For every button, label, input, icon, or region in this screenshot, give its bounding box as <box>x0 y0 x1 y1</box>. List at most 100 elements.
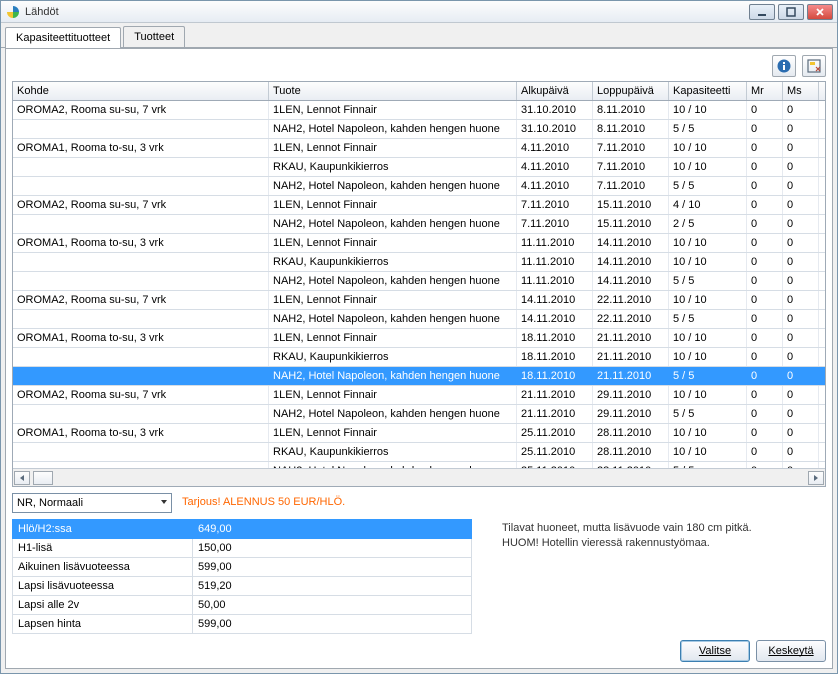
cell-mr: 0 <box>747 272 783 290</box>
col-header-loppu[interactable]: Loppupäivä <box>593 82 669 100</box>
col-header-kohde[interactable]: Kohde <box>13 82 269 100</box>
col-header-kap[interactable]: Kapasiteetti <box>669 82 747 100</box>
table-row[interactable]: NAH2, Hotel Napoleon, kahden hengen huon… <box>13 367 825 386</box>
cell-loppu: 8.11.2010 <box>593 120 669 138</box>
table-row[interactable]: OROMA2, Rooma su-su, 7 vrk1LEN, Lennot F… <box>13 291 825 310</box>
tab-kapasiteettituotteet[interactable]: Kapasiteettituotteet <box>5 27 121 48</box>
scroll-right-button[interactable] <box>808 471 824 485</box>
cell-kohde: OROMA2, Rooma su-su, 7 vrk <box>13 101 269 119</box>
price-row[interactable]: Hlö/H2:ssa649,00 <box>13 520 472 539</box>
cell-loppu: 7.11.2010 <box>593 177 669 195</box>
table-row[interactable]: OROMA2, Rooma su-su, 7 vrk1LEN, Lennot F… <box>13 101 825 120</box>
table-row[interactable]: NAH2, Hotel Napoleon, kahden hengen huon… <box>13 272 825 291</box>
cell-mr: 0 <box>747 139 783 157</box>
price-category-dropdown[interactable]: NR, Normaali <box>12 493 172 513</box>
cell-kap: 10 / 10 <box>669 234 747 252</box>
cell-kap: 10 / 10 <box>669 443 747 461</box>
cell-ms: 0 <box>783 234 819 252</box>
cell-mr: 0 <box>747 234 783 252</box>
cell-ms: 0 <box>783 405 819 423</box>
cell-alku: 11.11.2010 <box>517 253 593 271</box>
table-row[interactable]: RKAU, Kaupunkikierros18.11.201021.11.201… <box>13 348 825 367</box>
table-row[interactable]: NAH2, Hotel Napoleon, kahden hengen huon… <box>13 310 825 329</box>
cell-loppu: 22.11.2010 <box>593 310 669 328</box>
info-button[interactable] <box>772 55 796 77</box>
cell-alku: 11.11.2010 <box>517 234 593 252</box>
price-label: Lapsen hinta <box>13 615 193 634</box>
table-row[interactable]: NAH2, Hotel Napoleon, kahden hengen huon… <box>13 405 825 424</box>
select-icon <box>806 58 822 74</box>
cell-alku: 18.11.2010 <box>517 348 593 366</box>
table-row[interactable]: OROMA1, Rooma to-su, 3 vrk1LEN, Lennot F… <box>13 139 825 158</box>
cell-mr: 0 <box>747 405 783 423</box>
price-row[interactable]: H1-lisä150,00 <box>13 539 472 558</box>
cell-alku: 11.11.2010 <box>517 272 593 290</box>
cell-loppu: 21.11.2010 <box>593 367 669 385</box>
price-row[interactable]: Lapsi alle 2v50,00 <box>13 596 472 615</box>
col-header-tuote[interactable]: Tuote <box>269 82 517 100</box>
cell-kohde <box>13 215 269 233</box>
price-label: Lapsi lisävuoteessa <box>13 577 193 596</box>
cell-kap: 4 / 10 <box>669 196 747 214</box>
cell-mr: 0 <box>747 177 783 195</box>
cell-mr: 0 <box>747 291 783 309</box>
close-button[interactable] <box>807 4 833 20</box>
cell-kohde <box>13 348 269 366</box>
table-row[interactable]: RKAU, Kaupunkikierros25.11.201028.11.201… <box>13 443 825 462</box>
cell-kap: 5 / 5 <box>669 272 747 290</box>
cancel-button[interactable]: Keskeytä <box>756 640 826 662</box>
col-header-ms[interactable]: Ms <box>783 82 819 100</box>
cell-kap: 10 / 10 <box>669 158 747 176</box>
maximize-button[interactable] <box>778 4 804 20</box>
cell-tuote: 1LEN, Lennot Finnair <box>269 291 517 309</box>
select-button[interactable]: Valitse <box>680 640 750 662</box>
select-button-toolbar[interactable] <box>802 55 826 77</box>
cell-kap: 5 / 5 <box>669 177 747 195</box>
cell-mr: 0 <box>747 329 783 347</box>
table-row[interactable]: RKAU, Kaupunkikierros4.11.20107.11.20101… <box>13 158 825 177</box>
cell-mr: 0 <box>747 253 783 271</box>
grid-body[interactable]: OROMA2, Rooma su-su, 7 vrk1LEN, Lennot F… <box>13 101 825 468</box>
cell-ms: 0 <box>783 215 819 233</box>
cell-kohde: OROMA1, Rooma to-su, 3 vrk <box>13 424 269 442</box>
cell-tuote: 1LEN, Lennot Finnair <box>269 424 517 442</box>
table-row[interactable]: NAH2, Hotel Napoleon, kahden hengen huon… <box>13 177 825 196</box>
cell-kap: 10 / 10 <box>669 139 747 157</box>
price-row[interactable]: Lapsi lisävuoteessa519,20 <box>13 577 472 596</box>
cell-tuote: NAH2, Hotel Napoleon, kahden hengen huon… <box>269 310 517 328</box>
tab-tuotteet[interactable]: Tuotteet <box>123 26 185 47</box>
table-row[interactable]: NAH2, Hotel Napoleon, kahden hengen huon… <box>13 215 825 234</box>
price-value: 599,00 <box>193 558 472 577</box>
scroll-left-button[interactable] <box>14 471 30 485</box>
cell-tuote: 1LEN, Lennot Finnair <box>269 386 517 404</box>
cell-kohde <box>13 310 269 328</box>
table-row[interactable]: OROMA1, Rooma to-su, 3 vrk1LEN, Lennot F… <box>13 424 825 443</box>
scroll-thumb[interactable] <box>33 471 53 485</box>
horizontal-scrollbar[interactable] <box>13 468 825 486</box>
cell-kohde: OROMA2, Rooma su-su, 7 vrk <box>13 196 269 214</box>
cell-tuote: RKAU, Kaupunkikierros <box>269 348 517 366</box>
cell-mr: 0 <box>747 158 783 176</box>
price-row[interactable]: Lapsen hinta599,00 <box>13 615 472 634</box>
cell-tuote: NAH2, Hotel Napoleon, kahden hengen huon… <box>269 215 517 233</box>
cell-alku: 4.11.2010 <box>517 177 593 195</box>
minimize-button[interactable] <box>749 4 775 20</box>
info-line-1: Tilavat huoneet, mutta lisävuode vain 18… <box>502 521 826 536</box>
col-header-alku[interactable]: Alkupäivä <box>517 82 593 100</box>
cell-kap: 5 / 5 <box>669 310 747 328</box>
price-row[interactable]: Aikuinen lisävuoteessa599,00 <box>13 558 472 577</box>
tab-body: Kohde Tuote Alkupäivä Loppupäivä Kapasit… <box>5 48 833 669</box>
table-row[interactable]: OROMA1, Rooma to-su, 3 vrk1LEN, Lennot F… <box>13 234 825 253</box>
price-label: Aikuinen lisävuoteessa <box>13 558 193 577</box>
table-row[interactable]: OROMA1, Rooma to-su, 3 vrk1LEN, Lennot F… <box>13 329 825 348</box>
cell-alku: 21.11.2010 <box>517 405 593 423</box>
table-row[interactable]: OROMA2, Rooma su-su, 7 vrk1LEN, Lennot F… <box>13 196 825 215</box>
cell-kohde <box>13 272 269 290</box>
col-header-mr[interactable]: Mr <box>747 82 783 100</box>
table-row[interactable]: OROMA2, Rooma su-su, 7 vrk1LEN, Lennot F… <box>13 386 825 405</box>
cell-kohde: OROMA2, Rooma su-su, 7 vrk <box>13 386 269 404</box>
cell-mr: 0 <box>747 443 783 461</box>
cell-mr: 0 <box>747 386 783 404</box>
table-row[interactable]: RKAU, Kaupunkikierros11.11.201014.11.201… <box>13 253 825 272</box>
table-row[interactable]: NAH2, Hotel Napoleon, kahden hengen huon… <box>13 120 825 139</box>
